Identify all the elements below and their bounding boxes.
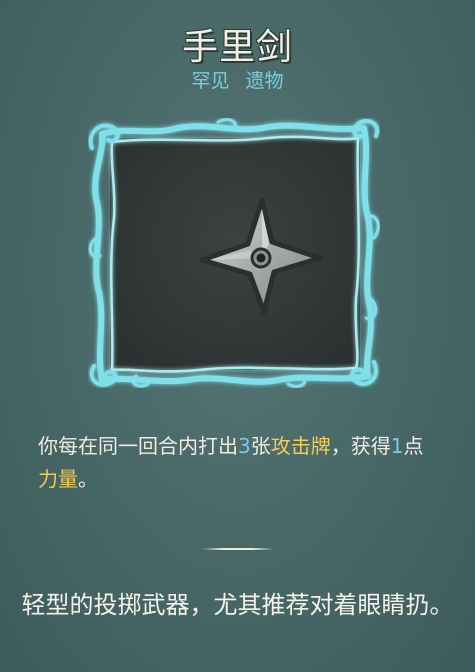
relic-meta: 罕见 遗物 — [0, 66, 475, 93]
relic-portrait-frame — [88, 118, 380, 388]
frame-glow-icon — [88, 118, 380, 388]
relic-title: 手里剑 — [181, 27, 293, 68]
attack-count: 3 — [238, 434, 251, 458]
flavor-text: 轻型的投掷武器，尤其推荐对着眼睛扔。 — [21, 591, 454, 619]
description-text-1: 你每在同一回合内打出 — [38, 434, 238, 458]
strength-keyword: 力量 — [38, 467, 78, 491]
strength-amount: 1 — [390, 434, 404, 458]
description-text-2: 张 — [250, 434, 271, 458]
description-text-5: 。 — [78, 467, 98, 491]
rarity-label: 罕见 — [191, 70, 230, 92]
description-text-3: ，获得 — [330, 434, 391, 458]
type-label: 遗物 — [245, 70, 284, 92]
attack-keyword: 攻击牌 — [270, 434, 331, 458]
section-divider — [202, 548, 274, 550]
description-text-4: 点 — [403, 434, 424, 458]
relic-description: 你每在同一回合内打出3张攻击牌，获得1点力量。 — [38, 430, 438, 496]
